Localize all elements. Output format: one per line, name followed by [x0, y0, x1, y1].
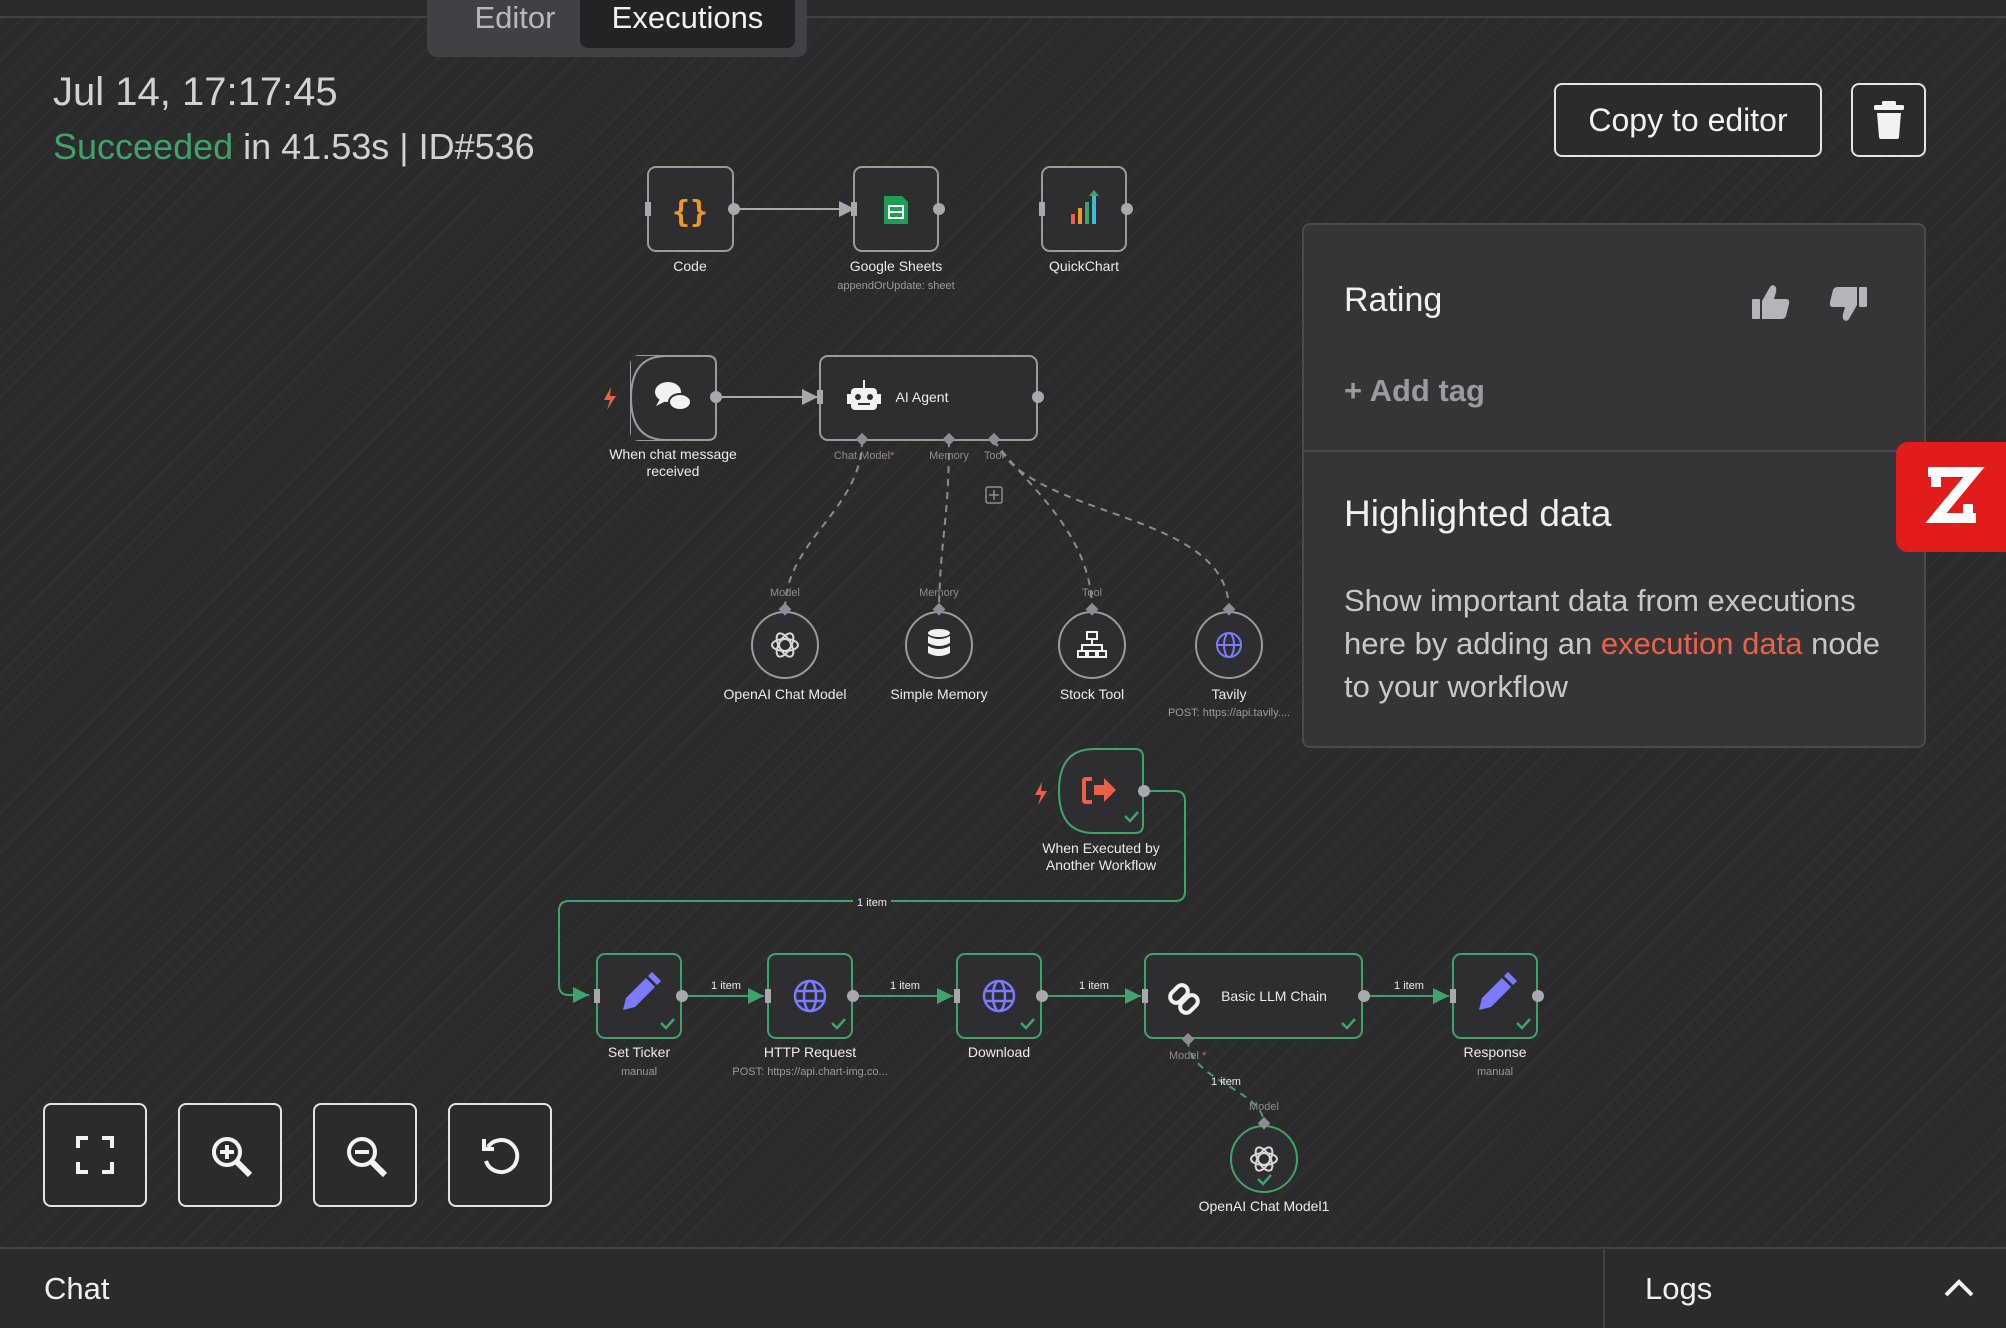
undo-icon	[482, 1138, 520, 1175]
node-subtitle: POST: https://api.chart-img.co...	[732, 1066, 887, 1078]
node-label: Download	[968, 1044, 1030, 1060]
node-response[interactable]: Response manual	[1450, 953, 1544, 1078]
edge-agent-tavily	[993, 439, 1230, 611]
node-label: When chat message	[609, 446, 737, 462]
edge-agent-stock	[993, 439, 1093, 611]
node-tavily[interactable]: Tavily POST: https://api.tavily....	[1168, 602, 1290, 719]
node-label: Response	[1463, 1044, 1526, 1060]
execution-info-panel: Rating + Add tag Highlighted data Show i…	[1302, 223, 1926, 748]
node-google-sheets[interactable]: Google Sheets appendOrUpdate: sheet	[837, 166, 955, 292]
brand-badge[interactable]	[1896, 442, 2006, 552]
node-label: Simple Memory	[890, 686, 987, 702]
edge-label: 1 item	[1079, 980, 1109, 992]
handle-label: Tool	[984, 450, 1004, 462]
node-openai-chat-model[interactable]: Model OpenAI Chat Model	[724, 587, 847, 702]
node-label: Set Ticker	[608, 1044, 671, 1060]
thumbs-up-icon[interactable]	[1750, 281, 1794, 325]
handle-label: Model	[1169, 1050, 1199, 1062]
thumbs-down-icon[interactable]	[1825, 281, 1869, 325]
node-execute-workflow-trigger[interactable]: When Executed by Another Workflow	[1035, 748, 1160, 873]
trigger-bolt-icon	[1035, 782, 1047, 805]
edge-label: 1 item	[1394, 980, 1424, 992]
required-marker: *	[1202, 1050, 1207, 1062]
node-label: Tavily	[1211, 686, 1246, 702]
bottom-panel-bar: Chat Logs	[0, 1247, 2006, 1328]
node-code[interactable]: {} Code	[645, 166, 740, 274]
handle-label: Memory	[919, 587, 959, 599]
node-label: OpenAI Chat Model1	[1199, 1198, 1330, 1214]
node-label: Basic LLM Chain	[1221, 988, 1327, 1004]
panel-separator	[1603, 1249, 1605, 1328]
node-openai-chat-model1[interactable]: Model OpenAI Chat Model1	[1199, 1101, 1330, 1214]
handle-label: Memory	[929, 450, 969, 462]
node-subtitle: POST: https://api.tavily....	[1168, 707, 1290, 719]
code-braces-icon: {}	[672, 195, 708, 230]
node-ai-agent[interactable]: AI Agent Chat Model * Memory Tool	[817, 355, 1044, 462]
node-label: Another Workflow	[1046, 857, 1157, 873]
google-sheets-icon	[884, 196, 908, 224]
handle-label: Tool	[1082, 587, 1102, 599]
database-icon	[928, 629, 950, 656]
edge-label: 1 item	[890, 980, 920, 992]
node-subtitle: appendOrUpdate: sheet	[837, 280, 954, 292]
edge-agent-model	[784, 439, 863, 611]
trigger-bolt-icon	[604, 387, 616, 410]
zoom-out-icon	[347, 1137, 388, 1178]
zoom-in-button[interactable]	[178, 1103, 282, 1207]
reset-zoom-button[interactable]	[448, 1103, 552, 1207]
chat-panel-toggle[interactable]: Chat	[44, 1271, 109, 1307]
node-subtitle: manual	[621, 1066, 657, 1078]
node-quickchart[interactable]: QuickChart	[1039, 166, 1133, 274]
node-set-ticker[interactable]: Set Ticker manual	[594, 953, 688, 1078]
handle-label: Model	[770, 587, 800, 599]
node-basic-llm-chain[interactable]: Basic LLM Chain Model *	[1142, 953, 1370, 1062]
zoom-in-icon	[212, 1137, 253, 1178]
node-stock-tool[interactable]: Tool Stock Tool	[1058, 587, 1126, 702]
edge-label: 1 item	[857, 897, 887, 909]
node-simple-memory[interactable]: Memory Simple Memory	[890, 587, 987, 702]
add-tag-button[interactable]: + Add tag	[1344, 373, 1485, 409]
zapier-logo-icon	[1925, 467, 1985, 523]
edge-label: 1 item	[711, 980, 741, 992]
zoom-out-button[interactable]	[313, 1103, 417, 1207]
node-label: Google Sheets	[850, 258, 943, 274]
highlighted-data-title: Highlighted data	[1344, 493, 1612, 534]
node-label: Stock Tool	[1060, 686, 1124, 702]
required-marker: *	[890, 450, 895, 462]
node-subtitle: manual	[1477, 1066, 1513, 1078]
node-label: QuickChart	[1049, 258, 1119, 274]
node-label: OpenAI Chat Model	[724, 686, 847, 702]
logs-panel-toggle[interactable]: Logs	[1645, 1271, 1712, 1307]
fit-view-button[interactable]	[43, 1103, 147, 1207]
panel-divider	[1304, 450, 1924, 452]
node-label: When Executed by	[1042, 840, 1160, 856]
edge-label: 1 item	[1211, 1076, 1241, 1088]
handle-label: Model	[1249, 1101, 1279, 1113]
node-http-request[interactable]: HTTP Request POST: https://api.chart-img…	[732, 953, 888, 1078]
edge-agent-memory	[938, 439, 950, 611]
node-label: received	[647, 463, 700, 479]
node-chat-trigger[interactable]: When chat message received	[590, 352, 737, 479]
expand-icon	[76, 1136, 114, 1174]
node-download[interactable]: Download	[954, 953, 1048, 1060]
chevron-up-icon[interactable]	[1942, 1275, 1976, 1299]
handle-label: Chat Model	[834, 450, 890, 462]
node-label: AI Agent	[896, 389, 949, 405]
execution-data-link[interactable]: execution data	[1601, 626, 1803, 661]
node-label: HTTP Request	[764, 1044, 856, 1060]
highlighted-data-description: Show important data from executions here…	[1344, 579, 1904, 708]
node-label: Code	[673, 258, 707, 274]
rating-title: Rating	[1344, 281, 1443, 319]
